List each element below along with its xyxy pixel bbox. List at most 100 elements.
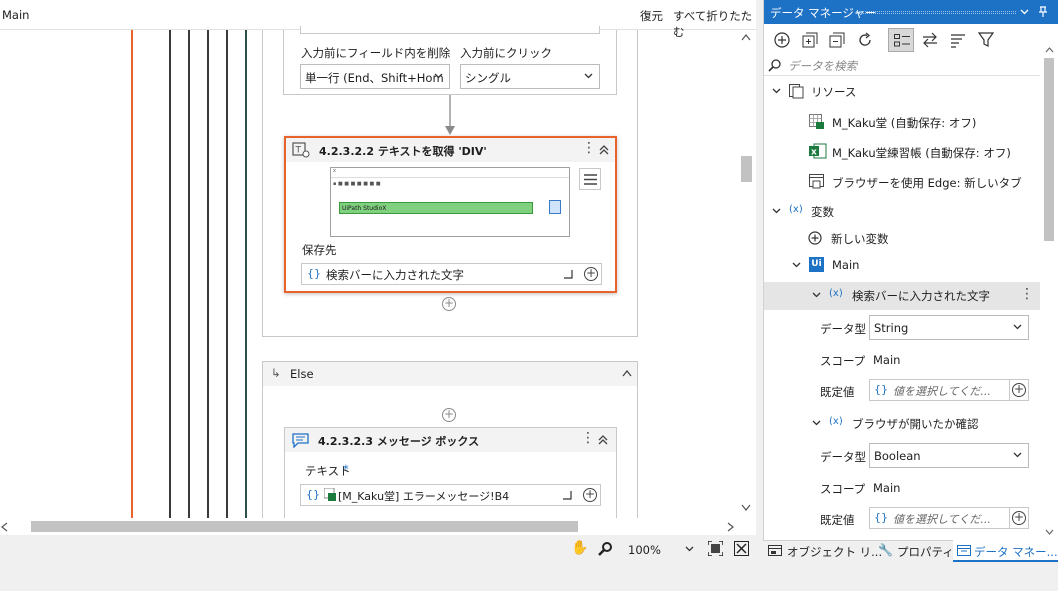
default-value-field[interactable]: {} 値を選択してくだ...	[869, 379, 1010, 401]
scroll-thumb[interactable]	[741, 156, 752, 182]
new-variable-label: 新しい変数	[831, 232, 889, 246]
collapse-icon[interactable]	[598, 435, 608, 445]
scope-label: スコープ	[820, 354, 866, 368]
pin-icon[interactable]	[1038, 6, 1048, 18]
svg-text:T: T	[295, 146, 302, 156]
zoom-icon[interactable]	[598, 542, 612, 556]
more-options-icon[interactable]: ⋮	[581, 430, 595, 446]
collapse-icon[interactable]	[622, 370, 632, 377]
default-value-field[interactable]: {} 値を選択してくだ...	[869, 507, 1010, 529]
resource-item[interactable]: x M_Kaku堂練習帳 (自動保存: オフ)	[764, 138, 1040, 166]
zoom-level[interactable]: 100%	[628, 543, 661, 557]
variable-item[interactable]: (x) ブラウザが開いたか確認	[764, 410, 1040, 438]
new-variable-item[interactable]: 新しい変数	[764, 225, 1040, 253]
message-text-field[interactable]: {} [M_Kaku堂] エラーメッセージ!B4 +	[300, 484, 601, 506]
add-activity-icon[interactable]: +	[442, 408, 456, 422]
variable-type-row: データ型 Boolean	[764, 442, 1040, 470]
chevron-down-icon[interactable]	[812, 292, 821, 298]
else-header: ↳ Else	[263, 362, 637, 386]
resources-label: リソース	[811, 85, 857, 99]
variables-node[interactable]: (x) 変数	[764, 198, 1040, 226]
message-box-activity[interactable]: 4.2.3.2.3 メッセージ ボックス ⋮ テキスト * {} [M_Kaku…	[284, 427, 617, 521]
expand-icon[interactable]	[563, 269, 573, 279]
add-value-button[interactable]: +	[1009, 507, 1029, 529]
collapse-icon[interactable]	[599, 145, 609, 155]
scroll-left-icon[interactable]	[1, 522, 8, 532]
variable-default-row: 既定値 {} 値を選択してくだ... +	[764, 505, 1040, 533]
type-dropdown[interactable]: String	[869, 315, 1029, 340]
flow-arrow	[445, 95, 455, 135]
svg-text:x: x	[811, 148, 817, 158]
hand-icon[interactable]: ✋	[571, 540, 588, 556]
add-icon: +	[1012, 510, 1026, 525]
excel-workbook-icon	[809, 114, 824, 129]
tab-data-manager[interactable]: データ マネー...	[953, 540, 1058, 562]
target-screenshot[interactable]: x ▪ ■ ■ ■ ■ ■ ■ ■ UiPath StudioX	[330, 167, 570, 237]
detail-view-toggle[interactable]	[888, 28, 914, 52]
horizontal-scrollbar[interactable]	[0, 518, 737, 535]
variable-item[interactable]: (x) 検索バーに入力された文字 ⋮	[764, 282, 1040, 310]
scroll-up-icon[interactable]	[1045, 47, 1054, 53]
add-value-button[interactable]: +	[1009, 379, 1029, 401]
chevron-down-icon[interactable]	[812, 420, 821, 426]
selector-field[interactable]	[300, 26, 600, 34]
swap-icon[interactable]	[922, 32, 938, 48]
scope-line	[207, 30, 209, 518]
click-before-dropdown[interactable]: シングル	[460, 64, 600, 89]
add-activity-icon[interactable]: +	[442, 297, 456, 311]
output-field[interactable]: {} 検索バーに入力された文字 +	[301, 263, 602, 285]
vertical-scrollbar[interactable]	[737, 30, 756, 518]
main-node[interactable]: Ui Main	[764, 252, 1040, 280]
toolbar	[764, 24, 1058, 56]
scroll-down-icon[interactable]	[1045, 529, 1054, 535]
else-arrow-icon: ↳	[271, 366, 281, 380]
chevron-down-icon	[1013, 452, 1022, 458]
more-options-icon[interactable]: ⋮	[582, 140, 596, 156]
field-clear-dropdown[interactable]: 単一行 (End、Shift+Hom	[300, 64, 450, 89]
variable-scope-row: スコープ Main	[764, 474, 1040, 502]
resource-item[interactable]: M_Kaku堂 (自動保存: オフ)	[764, 108, 1040, 136]
resources-node[interactable]: リソース	[764, 78, 1040, 106]
scope-value[interactable]: Main	[873, 353, 900, 367]
filter-icon[interactable]	[978, 32, 994, 48]
type-dropdown[interactable]: Boolean	[869, 443, 1029, 468]
scroll-down-icon[interactable]	[741, 504, 751, 511]
default-label: 既定値	[820, 385, 855, 399]
variables-label: 変数	[811, 205, 834, 219]
panel-tabs: オブジェクト リ... 🔧 プロパティ データ マネー...	[763, 540, 1058, 562]
add-circle-icon[interactable]	[774, 32, 790, 48]
collapse-all-icon[interactable]	[829, 32, 845, 48]
resources-icon	[789, 84, 804, 99]
panel-scrollbar[interactable]	[1040, 24, 1058, 540]
expand-all-icon[interactable]	[802, 32, 818, 48]
sort-icon[interactable]	[950, 32, 966, 48]
data-manager-icon	[957, 545, 971, 556]
overview-icon[interactable]	[734, 541, 749, 556]
search-input[interactable]: データを検索	[764, 56, 1040, 76]
scroll-thumb[interactable]	[31, 521, 578, 532]
activity-title: 4.2.3.2.2 テキストを取得 'DIV'	[319, 145, 487, 158]
scope-value[interactable]: Main	[873, 481, 900, 495]
refresh-icon[interactable]	[857, 32, 873, 48]
scroll-up-icon[interactable]	[741, 34, 751, 41]
add-icon[interactable]: +	[583, 488, 597, 502]
chevron-down-icon[interactable]	[685, 546, 694, 552]
tab-object-repository[interactable]: オブジェクト リ...	[763, 541, 882, 562]
chevron-down-icon[interactable]	[792, 262, 801, 268]
chevron-down-icon[interactable]	[772, 88, 781, 94]
scroll-right-icon[interactable]	[727, 522, 734, 532]
tab-properties[interactable]: 🔧 プロパティ	[875, 541, 954, 562]
chevron-down-icon[interactable]	[1020, 9, 1029, 15]
get-text-activity[interactable]: T 4.2.3.2.2 テキストを取得 'DIV' ⋮ x ▪ ■ ■ ■ ■ …	[284, 136, 617, 293]
scroll-thumb[interactable]	[1044, 58, 1054, 241]
resource-item[interactable]: ブラウザーを使用 Edge: 新しいタブ	[764, 168, 1040, 196]
add-icon[interactable]: +	[584, 267, 598, 281]
fit-to-screen-icon[interactable]	[708, 541, 723, 556]
chevron-down-icon[interactable]	[772, 208, 781, 214]
search-icon	[768, 59, 781, 72]
restore-link[interactable]: 復元	[640, 8, 663, 24]
timeline-line	[131, 30, 133, 518]
menu-icon[interactable]	[579, 168, 601, 190]
more-options-icon[interactable]: ⋮	[1020, 286, 1034, 302]
expand-icon[interactable]	[562, 490, 572, 500]
